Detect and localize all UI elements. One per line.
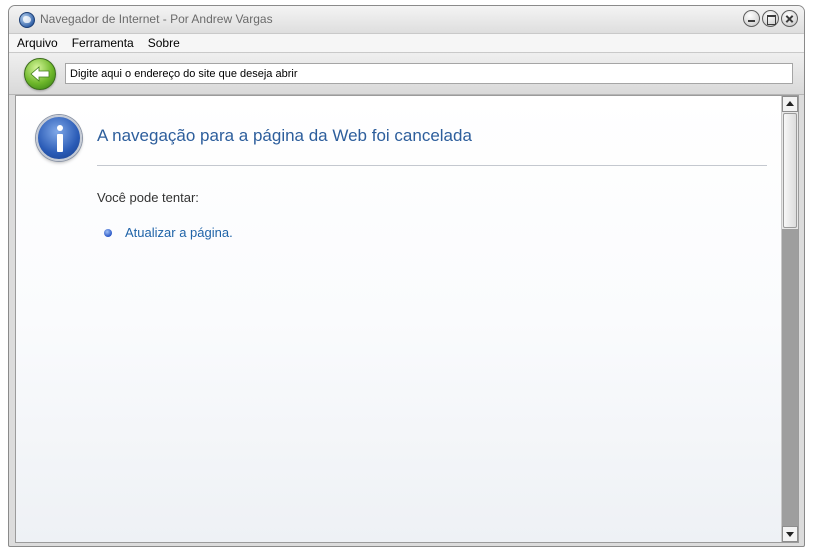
back-button[interactable] [24, 58, 56, 90]
bullet-icon [104, 229, 112, 237]
back-arrow-icon [30, 66, 50, 82]
maximize-icon [763, 11, 778, 26]
menu-arquivo[interactable]: Arquivo [17, 36, 58, 50]
scroll-thumb[interactable] [783, 113, 797, 228]
menu-ferramenta[interactable]: Ferramenta [72, 36, 134, 50]
browser-window: Navegador de Internet - Por Andrew Varga… [8, 5, 805, 547]
maximize-button[interactable] [762, 10, 779, 27]
suggestion-intro: Você pode tentar: [97, 190, 199, 205]
window-controls [743, 10, 798, 27]
scroll-down-button[interactable] [782, 526, 798, 542]
menu-sobre[interactable]: Sobre [148, 36, 180, 50]
close-icon [782, 11, 797, 26]
vertical-scrollbar[interactable] [781, 96, 798, 542]
arrow-up-icon [786, 101, 794, 106]
page-content: A navegação para a página da Web foi can… [15, 95, 799, 543]
navigation-toolbar [9, 53, 804, 95]
info-icon [36, 115, 82, 161]
scroll-up-button[interactable] [782, 96, 798, 112]
page-title: A navegação para a página da Web foi can… [97, 126, 472, 145]
info-icon-stem [57, 134, 63, 152]
title-bar: Navegador de Internet - Por Andrew Varga… [9, 6, 804, 33]
minimize-button[interactable] [743, 10, 760, 27]
globe-icon [19, 12, 35, 28]
menu-bar: Arquivo Ferramenta Sobre [9, 33, 804, 53]
minimize-icon [744, 11, 759, 26]
info-icon-dot [57, 125, 63, 131]
scroll-track[interactable] [782, 229, 798, 527]
window-title: Navegador de Internet - Por Andrew Varga… [40, 12, 273, 26]
divider [97, 165, 767, 166]
refresh-page-link[interactable]: Atualizar a página. [125, 225, 233, 240]
close-button[interactable] [781, 10, 798, 27]
arrow-down-icon [786, 532, 794, 537]
address-bar-input[interactable] [65, 63, 793, 84]
